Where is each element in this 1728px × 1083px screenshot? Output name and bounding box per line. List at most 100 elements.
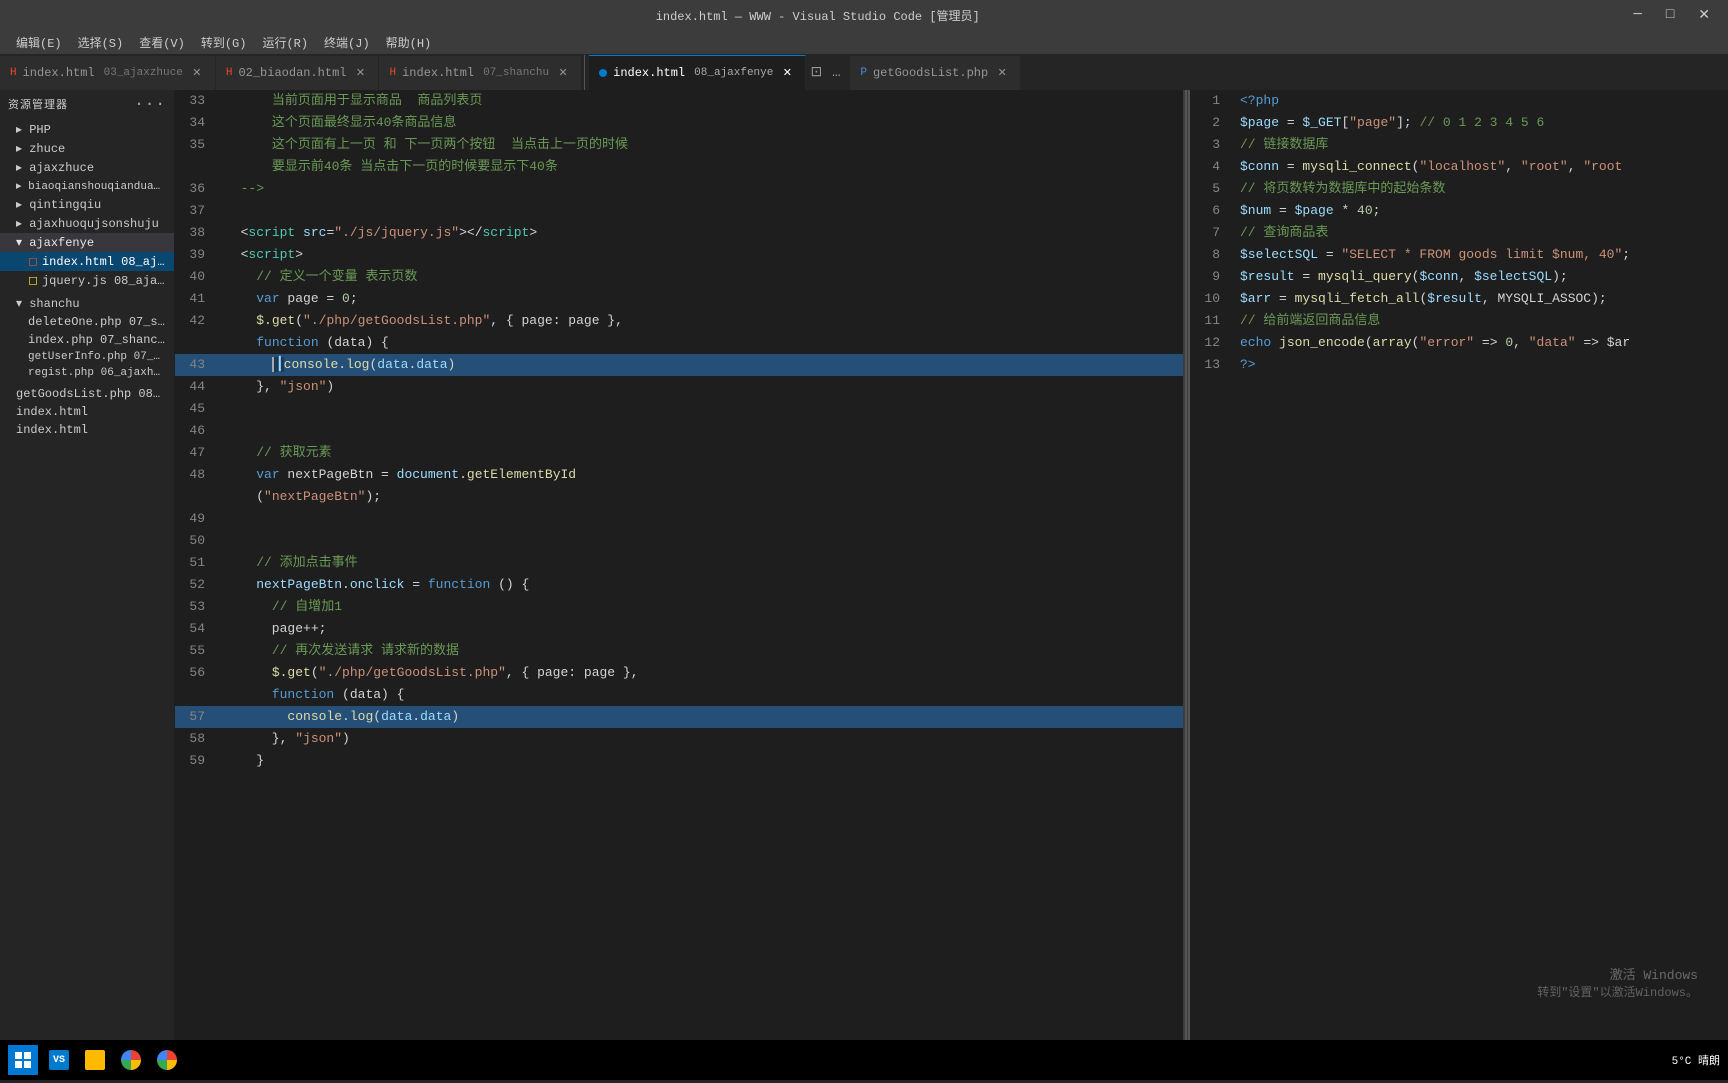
table-row: 52 nextPageBtn.onclick = function () { [175,574,1183,596]
menu-bar: 编辑(E) 选择(S) 查看(V) 转到(G) 运行(R) 终端(J) 帮助(H… [0,30,1728,55]
tab-close-btn[interactable]: ✕ [994,65,1010,81]
sidebar-menu-btn[interactable]: ··· [134,95,166,113]
sidebar-file-deleteone[interactable]: deleteOne.php 07_shanchu [0,313,174,331]
sidebar-item-qintingqiu[interactable]: ▸ qintingqiu [0,195,174,214]
tab-close-btn[interactable]: ✕ [352,65,368,81]
table-row: 42 $.get("./php/getGoodsList.php", { pag… [175,310,1183,332]
file-icon: ◻ [28,274,38,288]
sidebar-file-regist[interactable]: regist.php 06_ajaxhuoqujsonshuju [0,365,174,381]
table-row: 2 $page = $_GET["page"]; // 0 1 2 3 4 5 … [1190,112,1728,134]
tab-icon: H [10,67,17,79]
tab-dot [599,69,607,77]
tab-close-btn[interactable]: ✕ [779,65,795,81]
table-row: ("nextPageBtn"); [175,486,1183,508]
maximize-btn[interactable]: □ [1658,7,1682,24]
sidebar-file-jquery[interactable]: ◻jquery.js 08_ajaxfenye.js [0,271,174,290]
menu-select[interactable]: 选择(S) [70,30,132,54]
sidebar-header: 资源管理器 ··· [0,90,174,118]
taskbar-right: 5°C 晴朗 [1672,1052,1720,1068]
sidebar-item-zhuce[interactable]: ▸ zhuce [0,139,174,158]
sidebar-item-php[interactable]: ▸ PHP [0,120,174,139]
table-row: 12 echo json_encode(array("error" => 0, … [1190,332,1728,354]
sidebar-section-folders: ▸ PHP ▸ zhuce ▸ ajaxzhuce ▸ biaoqianshou… [0,118,174,292]
start-button[interactable] [8,1045,38,1075]
table-row: 36 --> [175,178,1183,200]
sidebar-file-getgoodslist[interactable]: getGoodsList.php 08_ajaxfenye... [0,385,174,403]
tab-index-shanchu[interactable]: H index.html 07_shanchu ✕ [379,55,582,90]
sidebar-file-indexhtml1[interactable]: index.html [0,403,174,421]
table-row: 58 }, "json") [175,728,1183,750]
title-bar: index.html — WWW - Visual Studio Code [管… [0,0,1728,30]
sidebar-file-indexhtml2[interactable]: index.html [0,421,174,439]
tab-bar: H index.html 03_ajaxzhuce ✕ H 02_biaodan… [0,55,1728,90]
close-btn[interactable]: ✕ [1690,7,1718,24]
table-row: 46 [175,420,1183,442]
left-editor-pane[interactable]: 33 当前页面用于显示商品 商品列表页 34 这个页面最终显示40条商品信息 3… [175,90,1183,1055]
code-table-left: 33 当前页面用于显示商品 商品列表页 34 这个页面最终显示40条商品信息 3… [175,90,1183,772]
sidebar-file-indexphp[interactable]: index.php 07_shanchu [0,331,174,349]
tab-close-btn[interactable]: ✕ [555,65,571,81]
menu-terminal[interactable]: 终端(J) [316,30,378,54]
sidebar-title: 资源管理器 [8,96,68,112]
table-row: 59 } [175,750,1183,772]
sidebar-item-ajaxfenye[interactable]: ▾ ajaxfenye [0,233,174,252]
table-row: 48 var nextPageBtn = document.getElement… [175,464,1183,486]
tab-index-ajaxzhuce[interactable]: H index.html 03_ajaxzhuce ✕ [0,55,216,90]
table-row: 6 $num = $page * 40; [1190,200,1728,222]
tab-index-ajaxfenye[interactable]: index.html 08_ajaxfenye ✕ [589,55,806,90]
sidebar-section-shanchu: ▾ shanchu deleteOne.php 07_shanchu index… [0,292,174,383]
table-row: 49 [175,508,1183,530]
vscode-taskbar-btn[interactable]: VS [44,1045,74,1075]
tab-close-btn[interactable]: ✕ [189,65,205,81]
right-editor-pane[interactable]: 1 <?php 2 $page = $_GET["page"]; // 0 1 … [1188,90,1728,1055]
tab-getgoodslist[interactable]: P getGoodsList.php ✕ [850,55,1021,90]
table-row: 8 $selectSQL = "SELECT * FROM goods limi… [1190,244,1728,266]
chrome2-taskbar-btn[interactable] [152,1045,182,1075]
table-row: 13 ?> [1190,354,1728,376]
title-bar-controls: ─ □ ✕ [1625,7,1718,24]
table-row: 9 $result = mysqli_query($conn, $selectS… [1190,266,1728,288]
sidebar: 资源管理器 ··· ▸ PHP ▸ zhuce ▸ ajaxzhuce ▸ bi… [0,90,175,1055]
sidebar-item-ajaxzhuce[interactable]: ▸ ajaxzhuce [0,158,174,177]
table-row: 57 console.log(data.data) [175,706,1183,728]
sidebar-file-getuserinfo[interactable]: getUserInfo.php 07_sha... [0,349,174,365]
table-row: function (data) { [175,684,1183,706]
menu-goto[interactable]: 转到(G) [193,30,255,54]
chrome1-taskbar-btn[interactable] [116,1045,146,1075]
table-row: 35 这个页面有上一页 和 下一页两个按钮 当点击上一页的时候 [175,134,1183,156]
tab-icon: P [860,67,867,79]
editor-area: 33 当前页面用于显示商品 商品列表页 34 这个页面最终显示40条商品信息 3… [175,90,1728,1055]
sidebar-item-ajaxhuoqu[interactable]: ▸ ajaxhuoqujsonshuju [0,214,174,233]
main-layout: 资源管理器 ··· ▸ PHP ▸ zhuce ▸ ajaxzhuce ▸ bi… [0,90,1728,1055]
table-row: 11 // 给前端返回商品信息 [1190,310,1728,332]
table-row: 7 // 查询商品表 [1190,222,1728,244]
table-row: 33 当前页面用于显示商品 商品列表页 [175,90,1183,112]
windows-activate: 激活 Windows 转到"设置"以激活Windows。 [1537,964,1698,1000]
table-row: 1 <?php [1190,90,1728,112]
taskbar-start-area: VS [8,1045,182,1075]
file-icon: ◻ [28,255,38,269]
taskbar-time: 5°C 晴朗 [1672,1052,1720,1068]
menu-view[interactable]: 查看(V) [131,30,193,54]
table-row: 44 }, "json") [175,376,1183,398]
menu-edit[interactable]: 编辑(E) [8,30,70,54]
more-tabs-icon[interactable]: … [826,63,846,83]
sidebar-item-shanchu[interactable]: ▾ shanchu [0,294,174,313]
table-row: 51 // 添加点击事件 [175,552,1183,574]
menu-help[interactable]: 帮助(H) [378,30,440,54]
table-row: 39 <script> [175,244,1183,266]
table-row: 45 [175,398,1183,420]
table-row: 40 // 定义一个变量 表示页数 [175,266,1183,288]
tab-biaodan[interactable]: H 02_biaodan.html ✕ [216,55,380,90]
sidebar-item-biaoqian[interactable]: ▸ biaoqianshouqianduanshuju [0,177,174,195]
table-row: 要显示前40条 当点击下一页的时候要显示下40条 [175,156,1183,178]
tab-icon: H [226,67,233,79]
split-icon[interactable]: ⊡ [806,63,826,83]
fileexplorer-taskbar-btn[interactable] [80,1045,110,1075]
minimize-btn[interactable]: ─ [1625,7,1649,24]
menu-run[interactable]: 运行(R) [254,30,316,54]
table-row: 10 $arr = mysqli_fetch_all($result, MYSQ… [1190,288,1728,310]
sidebar-file-index[interactable]: ◻index.html 08_ajaxfenye [0,252,174,271]
table-row: 54 page++; [175,618,1183,640]
table-row: 4 $conn = mysqli_connect("localhost", "r… [1190,156,1728,178]
